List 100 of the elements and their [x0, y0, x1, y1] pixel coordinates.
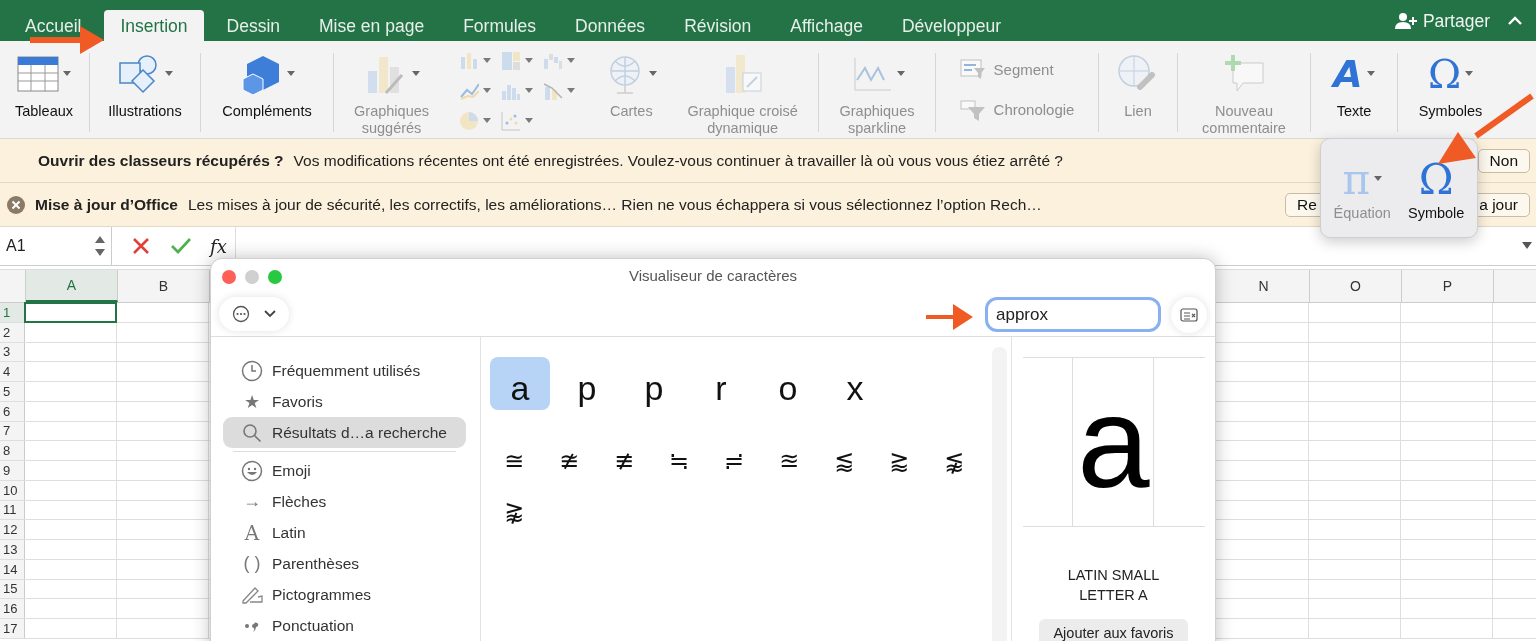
keyboard-icon	[1180, 308, 1198, 322]
category-item[interactable]: Résultats d…a recherche	[223, 417, 466, 448]
character-tile[interactable]: ⪊	[490, 490, 538, 532]
row-header[interactable]: 8	[0, 441, 25, 460]
category-item[interactable]: Pictogrammes	[223, 579, 466, 610]
row-header[interactable]: 12	[0, 520, 25, 539]
caret-icon[interactable]	[1522, 242, 1532, 250]
close-button[interactable]	[222, 270, 236, 284]
menu-item[interactable]: Ω Symbole	[1408, 155, 1465, 221]
caret-icon	[525, 58, 534, 64]
message-text: Les mises à jour de sécurité, les correctifs, les améliorations… Rien ne vous échappera si vous sélectionnez l’option Rech…	[188, 195, 1042, 214]
column-header[interactable]: P	[1402, 270, 1494, 302]
category-item[interactable]: ★ Favoris	[223, 386, 466, 417]
character-tile[interactable]: p	[624, 357, 684, 410]
category-item[interactable]: ( ) Parenthèses	[223, 548, 466, 579]
caret-icon	[483, 88, 492, 94]
character-tile[interactable]: ≅	[490, 440, 538, 482]
ribbon-tab[interactable]: Formules	[447, 10, 553, 41]
ribbon-tab[interactable]: Accueil	[9, 10, 98, 41]
function-button[interactable]: fx	[210, 235, 227, 257]
character-tile[interactable]: a	[490, 357, 550, 410]
chevron-up-icon[interactable]	[1508, 15, 1522, 25]
scatter-chart-icon	[501, 111, 522, 131]
ribbon-button[interactable]: Illustrations	[102, 41, 188, 138]
character-tile[interactable]: p	[557, 357, 617, 410]
name-box[interactable]: A1	[0, 227, 112, 265]
caret-icon	[483, 58, 492, 64]
bar-chart-icon	[459, 51, 480, 71]
cancel-icon[interactable]	[132, 237, 150, 255]
row-header[interactable]: 16	[0, 599, 25, 618]
message-text: Vos modifications récentes ont été enregistrées. Voulez-vous continuer à travailler là où vous vous étiez arrêté ?	[293, 151, 1063, 170]
category-item[interactable]: A Latin	[223, 517, 466, 548]
row-header[interactable]: 9	[0, 461, 25, 480]
category-item[interactable]: Fréquemment utilisés	[223, 355, 466, 386]
character-name: LATIN SMALL LETTER A	[1067, 566, 1160, 605]
character-tile[interactable]: ⪆	[875, 440, 923, 482]
character-tile[interactable]: r	[691, 357, 751, 410]
glyph-icon: A	[244, 520, 260, 545]
character-tile[interactable]: ≊	[765, 440, 813, 482]
glyph-icon: ★	[244, 390, 260, 413]
character-tile[interactable]: ⪉	[930, 440, 978, 482]
annotation-arrow	[926, 304, 973, 330]
search-field[interactable]: approx	[985, 297, 1161, 332]
message-button[interactable]: Non	[1477, 148, 1530, 173]
share-button[interactable]: Partager	[1388, 5, 1496, 37]
row-header[interactable]: 5	[0, 382, 25, 401]
minimize-button[interactable]	[245, 270, 259, 284]
row-header[interactable]: 13	[0, 540, 25, 559]
glyph-icon: π	[1342, 154, 1370, 204]
row-header[interactable]: 17	[0, 619, 25, 638]
line-chart-icon	[459, 81, 480, 101]
ribbon-button[interactable]: Ω Symboles	[1412, 41, 1489, 138]
message-title: Mise à jour d’Office	[35, 195, 178, 214]
ribbon-button[interactable]: Tableaux	[8, 41, 79, 138]
options-button[interactable]	[219, 297, 289, 331]
glyph-preview: a	[1022, 357, 1205, 527]
ribbon-tab[interactable]: Insertion	[104, 10, 204, 41]
more-icon	[232, 305, 250, 323]
message-title: Ouvrir des classeurs récupérés ?	[38, 151, 284, 170]
column-header[interactable]: O	[1310, 270, 1402, 302]
zoom-button[interactable]	[268, 270, 282, 284]
ribbon-tab[interactable]: Mise en page	[303, 10, 441, 41]
column-header[interactable]: A	[26, 270, 118, 302]
glyph-icon: Ω	[1418, 154, 1454, 204]
character-tile[interactable]: ≒	[655, 440, 703, 482]
character-tile[interactable]: ≇	[545, 440, 593, 482]
check-icon[interactable]	[170, 237, 192, 255]
search-icon	[242, 422, 262, 443]
slicer-icon	[959, 58, 986, 81]
row-header[interactable]: 4	[0, 362, 25, 381]
ribbon-tab[interactable]: Données	[559, 10, 662, 41]
active-cell[interactable]	[24, 302, 117, 323]
ribbon-tab[interactable]: Révision	[668, 10, 768, 41]
keyboard-viewer-button[interactable]	[1171, 297, 1207, 333]
caret-icon	[567, 88, 576, 94]
character-tile[interactable]: ⪅	[820, 440, 868, 482]
row-header[interactable]: 1	[0, 303, 25, 322]
character-tile[interactable]: ≢	[600, 440, 648, 482]
glyph-icon: ( )	[243, 553, 261, 574]
ribbon-tab[interactable]: Développeur	[885, 10, 1018, 41]
ribbon-button[interactable]: Compléments	[216, 41, 318, 138]
add-to-favorites-button[interactable]: Ajouter aux favoris	[1039, 619, 1188, 641]
ribbon-tab[interactable]: Affichage	[774, 10, 879, 41]
character-tile[interactable]: o	[758, 357, 818, 410]
close-icon[interactable]	[6, 194, 26, 215]
column-header[interactable]: N	[1218, 270, 1310, 302]
category-item[interactable]: Emoji	[223, 455, 466, 486]
ribbon-tab[interactable]: Dessin	[210, 10, 297, 41]
character-tile[interactable]: x	[825, 357, 885, 410]
category-item[interactable]: → Flèches	[223, 486, 466, 517]
category-item[interactable]: Ponctuation	[223, 610, 466, 641]
window-title: Visualiseur de caractères	[628, 267, 798, 284]
chevron-down-icon	[264, 310, 276, 318]
glyph-icon: A	[1333, 52, 1363, 96]
add-person-icon	[1394, 12, 1419, 30]
ribbon-button[interactable]: A Texte	[1327, 41, 1381, 138]
glyph-icon: →	[243, 491, 261, 512]
combo-chart-icon	[543, 81, 564, 101]
table-icon	[17, 56, 59, 92]
character-tile[interactable]: ≓	[710, 440, 758, 482]
